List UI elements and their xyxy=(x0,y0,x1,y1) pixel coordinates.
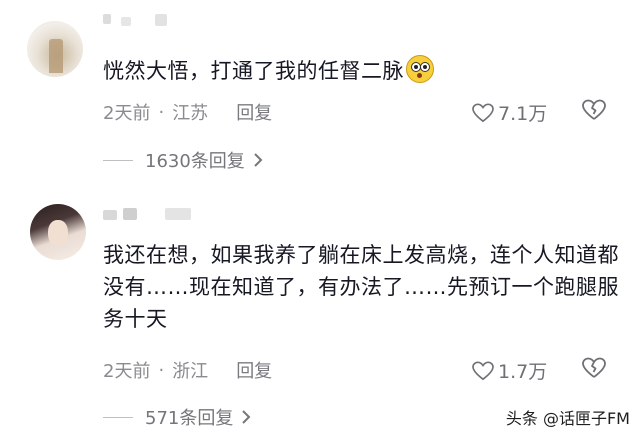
like-count: 1.7万 xyxy=(498,361,548,383)
comment-text: 我还在想，如果我养了躺在床上发高烧，连个人知道都没有……现在知道了，有办法了……… xyxy=(103,243,619,331)
dislike-button[interactable] xyxy=(582,357,606,383)
reply-count: 571条回复 xyxy=(145,408,234,429)
comment-text: 恍然大悟，打通了我的任督二脉 xyxy=(103,55,623,87)
shocked-face-emoji-icon xyxy=(406,55,434,83)
like-count: 7.1万 xyxy=(498,103,548,125)
like-button[interactable]: 7.1万 xyxy=(472,99,547,126)
watermark: 头条 @话匣子FM xyxy=(505,409,630,428)
avatar[interactable] xyxy=(30,204,86,260)
meta-separator: · xyxy=(158,101,165,123)
broken-heart-icon xyxy=(582,99,606,120)
avatar[interactable] xyxy=(27,21,83,77)
comment-time: 2天前 xyxy=(103,361,151,382)
comment-meta: 2天前 · 浙江 回复 xyxy=(103,357,272,383)
reply-button[interactable]: 回复 xyxy=(236,357,272,383)
username-blurred[interactable] xyxy=(103,14,183,26)
like-button[interactable]: 1.7万 xyxy=(472,357,547,384)
heart-icon xyxy=(472,103,494,122)
meta-separator: · xyxy=(158,359,165,381)
view-replies-button[interactable]: 1630条回复 xyxy=(103,147,263,173)
chevron-right-icon xyxy=(242,410,251,424)
reply-button[interactable]: 回复 xyxy=(236,99,272,125)
heart-icon xyxy=(472,361,494,380)
view-replies-button[interactable]: 571条回复 xyxy=(103,404,251,430)
divider-line xyxy=(103,416,133,418)
comment-time: 2天前 xyxy=(103,103,151,124)
username-blurred[interactable] xyxy=(103,208,198,220)
broken-heart-icon xyxy=(582,357,606,378)
chevron-right-icon xyxy=(254,153,263,167)
divider-line xyxy=(103,159,133,161)
dislike-button[interactable] xyxy=(582,99,606,125)
comment-meta: 2天前 · 江苏 回复 xyxy=(103,99,272,125)
comment-location: 浙江 xyxy=(172,361,209,382)
reply-count: 1630条回复 xyxy=(145,151,245,172)
comment-location: 江苏 xyxy=(172,103,209,124)
